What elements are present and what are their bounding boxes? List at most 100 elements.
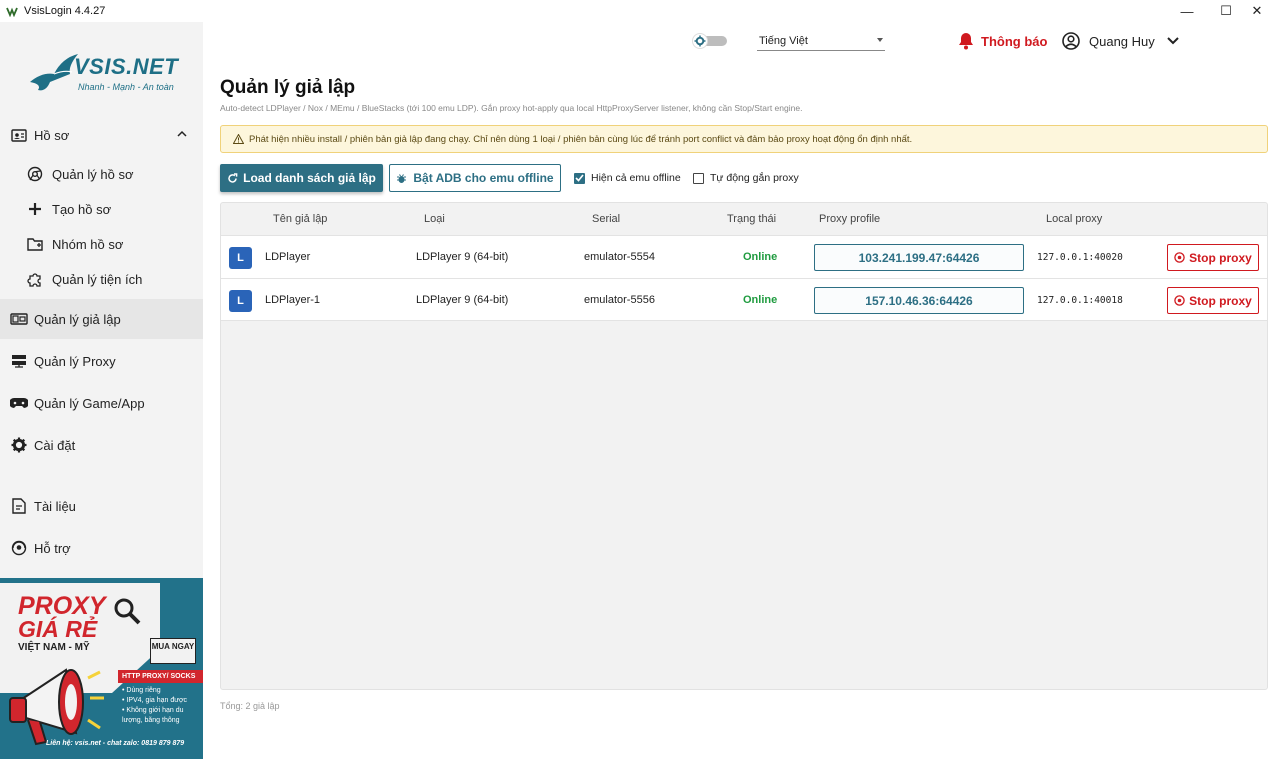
emulator-serial: emulator-5556 xyxy=(584,294,655,306)
sidebar-item-profiles[interactable]: Hồ sơ xyxy=(0,115,203,155)
sidebar-item-label: Quản lý tiện ích xyxy=(52,271,143,287)
stop-circle-icon xyxy=(1174,295,1185,306)
notification-label: Thông báo xyxy=(981,33,1048,49)
auto-proxy-label: Tự động gắn proxy xyxy=(710,172,799,184)
stop-proxy-button[interactable]: Stop proxy xyxy=(1167,287,1259,314)
minimize-icon: — xyxy=(1180,3,1194,19)
sidebar-item-proxy[interactable]: Quản lý Proxy xyxy=(0,341,203,381)
banner-feature: • Không giới hạn du xyxy=(122,707,184,714)
stop-proxy-label: Stop proxy xyxy=(1189,293,1252,308)
emulator-badge: L xyxy=(229,290,252,312)
proxy-profile-select[interactable]: 157.10.46.36:64426 xyxy=(814,287,1024,314)
warning-icon xyxy=(233,134,244,144)
chevron-down-icon xyxy=(1167,37,1179,45)
enable-adb-button[interactable]: Bật ADB cho emu offline xyxy=(389,164,561,192)
sidebar-item-label: Quản lý Game/App xyxy=(34,395,145,411)
emulator-type: LDPlayer 9 (64-bit) xyxy=(416,251,509,263)
proxy-ad-banner[interactable]: PROXY GIÁ RẺ VIỆT NAM - MỸ MUA NGAY HTTP… xyxy=(0,578,203,759)
status-badge: Online xyxy=(743,294,778,306)
sidebar-item-support[interactable]: Hỗ trợ xyxy=(0,528,203,568)
sidebar-item-label: Hỗ trợ xyxy=(34,540,71,556)
logo-slogan: Nhanh - Mạnh - An toàn xyxy=(78,82,174,92)
sidebar-item-settings[interactable]: Cài đặt xyxy=(0,425,203,465)
folder-icon xyxy=(26,235,44,253)
window-title: VsisLogin 4.4.27 xyxy=(24,5,106,17)
bell-icon xyxy=(959,33,973,50)
sidebar-item-profile-groups[interactable]: Nhóm hồ sơ xyxy=(0,224,203,264)
col-local-proxy: Local proxy xyxy=(1046,213,1103,225)
banner-feature: • IPV4, gia hạn được xyxy=(122,697,188,704)
table-header: Tên giả lập Loại Serial Trạng thái Proxy… xyxy=(221,203,1267,235)
sidebar-item-extensions[interactable]: Quản lý tiện ích xyxy=(0,259,203,299)
checkbox-unchecked-icon xyxy=(693,172,704,184)
language-select[interactable]: Tiếng Việt xyxy=(757,31,885,51)
notification-button[interactable]: Thông báo xyxy=(957,32,1047,50)
sidebar-item-label: Cài đặt xyxy=(34,437,76,453)
auto-proxy-checkbox[interactable]: Tự động gắn proxy xyxy=(693,172,799,184)
theme-toggle[interactable] xyxy=(691,33,727,49)
emulator-type: LDPlayer 9 (64-bit) xyxy=(416,294,509,306)
sidebar-item-emulators[interactable]: Quản lý giả lập xyxy=(0,299,203,339)
caret-down-icon xyxy=(877,38,883,42)
table-row: L LDPlayer-1 LDPlayer 9 (64-bit) emulato… xyxy=(221,278,1267,321)
col-serial: Serial xyxy=(592,213,621,225)
emulator-icon xyxy=(10,310,28,328)
gear-icon xyxy=(10,436,28,454)
banner-feature: lượng, băng thông xyxy=(122,717,180,724)
load-emulators-label: Load danh sách giả lập xyxy=(243,171,376,185)
sidebar-item-docs[interactable]: Tài liệu xyxy=(0,486,203,526)
warning-alert: Phát hiện nhiều install / phiên bản giả … xyxy=(220,125,1268,153)
user-name: Quang Huy xyxy=(1089,33,1155,49)
sidebar: VSIS.NET Nhanh - Mạnh - An toàn Hồ sơ Qu… xyxy=(0,22,203,759)
sidebar-item-create-profile[interactable]: Tạo hồ sơ xyxy=(0,189,203,229)
sidebar-item-manage-profiles[interactable]: Quản lý hồ sơ xyxy=(0,154,203,194)
close-button[interactable]: ✕ xyxy=(1234,0,1280,22)
magnifier-icon xyxy=(114,598,141,625)
page-description: Auto-detect LDPlayer / Nox / MEmu / Blue… xyxy=(220,103,803,113)
checkbox-checked-icon xyxy=(574,172,585,184)
enable-adb-label: Bật ADB cho emu offline xyxy=(413,171,554,185)
banner-features: • Dùng riêng • IPV4, gia hạn được • Khôn… xyxy=(122,686,187,726)
banner-tag: HTTP PROXY/ SOCKS xyxy=(118,670,203,683)
table-row: L LDPlayer LDPlayer 9 (64-bit) emulator-… xyxy=(221,235,1267,278)
load-emulators-button[interactable]: Load danh sách giả lập xyxy=(220,164,383,192)
banner-contact: Liên hệ: vsis.net - chat zalo: 0819 879 … xyxy=(46,740,185,747)
megaphone-icon xyxy=(9,668,104,746)
bug-icon xyxy=(397,173,407,183)
show-offline-checkbox[interactable]: Hiện cả emu offline xyxy=(574,172,681,184)
browser-icon xyxy=(26,165,44,183)
sidebar-item-label: Hồ sơ xyxy=(34,127,70,143)
support-icon xyxy=(10,539,28,557)
col-status: Trạng thái xyxy=(727,213,777,225)
stop-proxy-button[interactable]: Stop proxy xyxy=(1167,244,1259,271)
local-proxy: 127.0.0.1:40020 xyxy=(1037,252,1123,263)
local-proxy: 127.0.0.1:40018 xyxy=(1037,295,1123,306)
proxy-profile-select[interactable]: 103.241.199.47:64426 xyxy=(814,244,1024,271)
server-icon xyxy=(10,352,28,370)
main-content: Tiếng Việt Thông báo Quang Huy Quản lý g… xyxy=(203,22,1280,759)
sidebar-item-label: Tài liệu xyxy=(34,498,76,514)
sidebar-item-label: Nhóm hồ sơ xyxy=(52,236,124,252)
refresh-icon xyxy=(228,172,238,183)
show-offline-label: Hiện cả emu offline xyxy=(591,172,681,184)
chevron-up-icon xyxy=(177,130,187,137)
profile-icon xyxy=(10,126,28,144)
page-title: Quản lý giả lập xyxy=(220,77,356,98)
vsis-logo: VSIS.NET Nhanh - Mạnh - An toàn xyxy=(28,50,178,110)
emulator-count: Tổng: 2 giả lập xyxy=(220,701,280,711)
plus-icon xyxy=(26,200,44,218)
col-type: Loại xyxy=(424,213,445,225)
banner-feature: • Dùng riêng xyxy=(122,687,161,694)
app-logo-icon xyxy=(6,7,18,17)
window-titlebar: VsisLogin 4.4.27 — ☐ ✕ xyxy=(0,0,1280,22)
maximize-icon: ☐ xyxy=(1220,3,1232,18)
sidebar-item-game-app[interactable]: Quản lý Game/App xyxy=(0,383,203,423)
user-avatar-icon xyxy=(1062,32,1080,50)
gamepad-icon xyxy=(10,394,28,412)
alert-text: Phát hiện nhiều install / phiên bản giả … xyxy=(249,133,913,145)
user-menu[interactable]: Quang Huy xyxy=(1062,32,1179,50)
banner-buy-now: MUA NGAY xyxy=(150,638,196,664)
language-value: Tiếng Việt xyxy=(759,35,808,47)
emulator-table: Tên giả lập Loại Serial Trạng thái Proxy… xyxy=(220,202,1268,690)
stop-circle-icon xyxy=(1174,252,1185,263)
